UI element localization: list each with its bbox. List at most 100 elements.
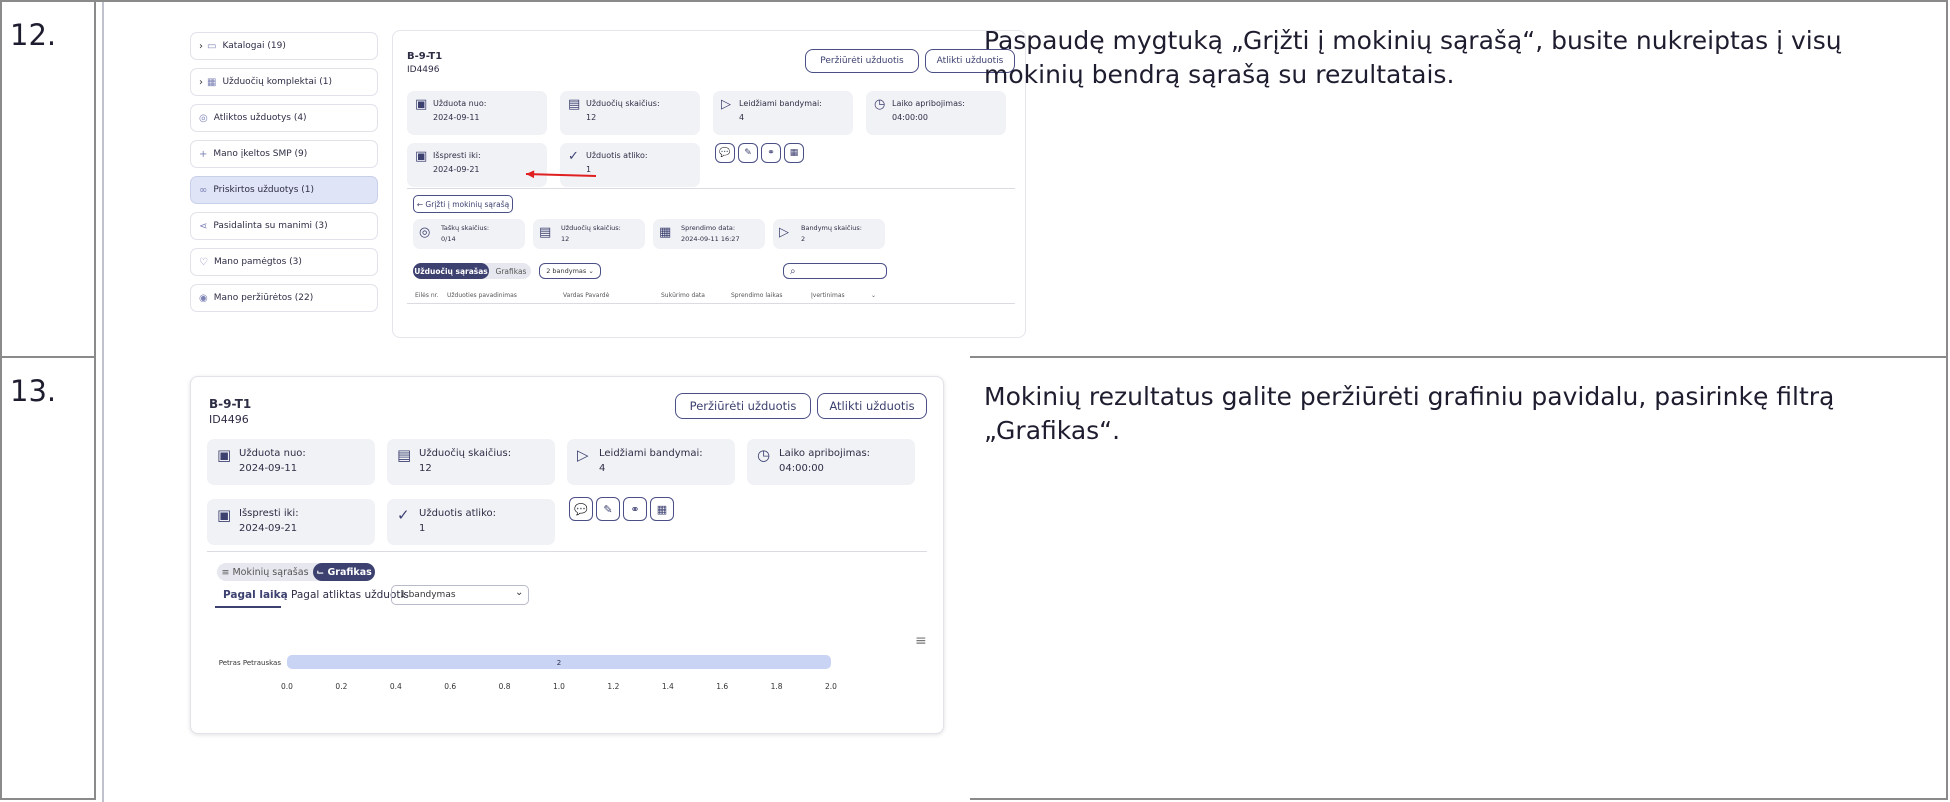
table-column-header: Eilės nr. xyxy=(415,292,439,299)
screenshot-frame xyxy=(102,2,104,358)
sidebar-item[interactable]: + Mano įkeltos SMP (9) xyxy=(190,140,378,168)
table-column-header: Sprendimo laikas xyxy=(731,292,783,299)
list-icon: ▤ xyxy=(397,446,412,464)
description-line: Mokinių rezultatus galite peržiūrėti gra… xyxy=(984,382,1835,411)
x-tick-label: 1.8 xyxy=(771,682,783,691)
info-card-value: 1 xyxy=(586,165,592,174)
do-tasks-button[interactable]: Atlikti užduotis xyxy=(817,393,927,419)
table-column-header: Vardas Pavardė xyxy=(563,292,610,299)
stat-label: Bandymų skaičius: xyxy=(801,224,862,232)
info-card: ▷ Leidžiami bandymai: 4 xyxy=(567,439,735,485)
chart-category-label: Petras Petrauskas xyxy=(219,659,282,667)
x-tick-label: 1.6 xyxy=(716,682,728,691)
edit-icon[interactable]: ✎ xyxy=(738,143,758,163)
x-tick-label: 0.0 xyxy=(281,682,293,691)
table-column-header[interactable]: ⌄ xyxy=(871,292,876,299)
x-tick-label: 0.8 xyxy=(499,682,511,691)
sidebar-item[interactable]: › ▭ Katalogai (19) xyxy=(190,32,378,60)
table-column-header: Užduoties pavadinimas xyxy=(447,292,517,299)
calendar-icon: ▦ xyxy=(659,225,672,240)
x-tick-label: 1.4 xyxy=(662,682,674,691)
stat-label: Sprendimo data: xyxy=(681,224,736,232)
sidebar-item-label: Mano peržiūrėtos (22) xyxy=(213,293,314,303)
chevron-down-icon: ⌄ xyxy=(515,587,524,598)
tab-chart[interactable]: Grafikas xyxy=(491,263,531,279)
list-icon: ▤ xyxy=(568,97,581,112)
info-card: ▤ Užduočių skaičius: 12 xyxy=(560,91,700,135)
info-card: ▷ Leidžiami bandymai: 4 xyxy=(713,91,853,135)
description-line: „Grafikas“. xyxy=(984,416,1121,445)
subtab-by-time[interactable]: Pagal laiką xyxy=(223,589,288,601)
comment-icon[interactable]: 💬 xyxy=(569,497,593,521)
assignment-panel: B-9-T1 ID4496 Peržiūrėti užduotis Atlikti u… xyxy=(190,376,944,734)
assignment-title: B-9-T1 xyxy=(407,51,443,62)
share-icon: ⋖ xyxy=(199,220,208,232)
calendar-icon: ▣ xyxy=(415,149,428,164)
attempt-select[interactable]: 1 bandymas xyxy=(391,585,529,605)
sidebar-item-label: Užduočių komplektai (1) xyxy=(222,77,332,87)
chevron-right-icon: › xyxy=(199,40,203,52)
table-column-header: Įvertinimas xyxy=(811,292,845,299)
x-tick-label: 2.0 xyxy=(825,682,837,691)
info-card-label: Užduotis atliko: xyxy=(419,508,496,519)
link-icon: ∞ xyxy=(199,184,208,196)
sidebar: › ▭ Katalogai (19) › ▦ Užduočių komplektai (1… xyxy=(190,32,380,332)
sidebar-item[interactable]: ♡ Mano pamėgtos (3) xyxy=(190,248,378,276)
info-card-label: Užduočių skaičius: xyxy=(586,99,660,108)
info-card-value: 2024-09-11 xyxy=(239,463,298,474)
bar-chart: Petras Petrauskas 2 0.0 0.2 0.4 0.6 0.8 1.0 1.2 1… xyxy=(219,655,837,691)
toggle-student-list[interactable]: ≡ Mokinių sąrašas xyxy=(217,563,313,581)
x-tick-label: 0.6 xyxy=(444,682,456,691)
calendar-icon: ▣ xyxy=(415,97,428,112)
calendar-icon: ▣ xyxy=(217,506,232,524)
edit-icon[interactable]: ✎ xyxy=(596,497,620,521)
heart-icon: ♡ xyxy=(199,256,208,268)
x-tick-label: 1.2 xyxy=(607,682,619,691)
sidebar-item[interactable]: ◎ Atliktos užduotys (4) xyxy=(190,104,378,132)
sidebar-item[interactable]: ∞ Priskirtos užduotys (1) xyxy=(190,176,378,204)
info-card-label: Užduočių skaičius: xyxy=(419,448,512,459)
table-header-divider xyxy=(407,303,1015,304)
play-icon: ▷ xyxy=(779,225,789,240)
link-icon[interactable]: ⚭ xyxy=(623,497,647,521)
sidebar-item[interactable]: ◉ Mano peržiūrėtos (22) xyxy=(190,284,378,312)
info-card-label: Laiko apribojimas: xyxy=(779,448,871,459)
subtab-underline xyxy=(215,606,281,608)
info-card: ▣ Išspresti iki: 2024-09-21 xyxy=(407,143,547,187)
calendar-icon[interactable]: ▦ xyxy=(784,143,804,163)
comment-icon[interactable]: 💬 xyxy=(715,143,735,163)
attempt-select[interactable]: 2 bandymas ⌄ xyxy=(539,263,601,279)
screenshot-cell: › ▭ Katalogai (19) › ▦ Užduočių komplektai (1… xyxy=(94,0,1026,358)
back-to-students-button[interactable]: ← Grįžti į mokinių sąrašą xyxy=(413,195,513,213)
stat-card: ◎ Taškų skaičius: 0/14 xyxy=(413,219,525,249)
info-card-value: 4 xyxy=(599,463,606,474)
description-line: Paspaudę mygtuką „Grįžti į mokinių sąraš… xyxy=(984,26,1842,55)
clock-icon: ◷ xyxy=(757,446,771,464)
info-card-label: Užduotis atliko: xyxy=(586,151,648,160)
calendar-icon[interactable]: ▦ xyxy=(650,497,674,521)
check-circle-icon: ✓ xyxy=(397,506,410,524)
info-card-label: Išspresti iki: xyxy=(239,508,299,519)
info-card-value: 12 xyxy=(586,113,597,122)
view-tasks-button[interactable]: Peržiūrėti užduotis xyxy=(675,393,811,419)
divider xyxy=(407,188,1015,189)
sidebar-item[interactable]: ⋖ Pasidalinta su manimi (3) xyxy=(190,212,378,240)
info-card: ✓ Užduotis atliko: 1 xyxy=(560,143,700,187)
sidebar-item-label: Mano įkeltos SMP (9) xyxy=(213,149,308,159)
folder-icon: ▭ xyxy=(207,40,217,52)
stat-value: 0/14 xyxy=(441,235,456,243)
view-tasks-button[interactable]: Peržiūrėti užduotis xyxy=(805,49,919,73)
info-card-value: 4 xyxy=(739,113,745,122)
link-icon[interactable]: ⚭ xyxy=(761,143,781,163)
info-card: ▣ Išspresti iki: 2024-09-21 xyxy=(207,499,375,545)
toggle-chart[interactable]: ⌙ Grafikas xyxy=(313,563,375,581)
search-input[interactable]: ⌕ xyxy=(783,263,887,279)
info-card-value: 12 xyxy=(419,463,432,474)
tab-task-list[interactable]: Užduočių sąrašas xyxy=(413,263,489,279)
target-icon: ◎ xyxy=(419,225,431,240)
list-icon: ▤ xyxy=(539,225,552,240)
assignment-title: B-9-T1 xyxy=(209,397,252,411)
stat-value: 2 xyxy=(801,235,806,243)
sidebar-item[interactable]: › ▦ Užduočių komplektai (1) xyxy=(190,68,378,96)
sidebar-item-label: Mano pamėgtos (3) xyxy=(213,257,302,267)
